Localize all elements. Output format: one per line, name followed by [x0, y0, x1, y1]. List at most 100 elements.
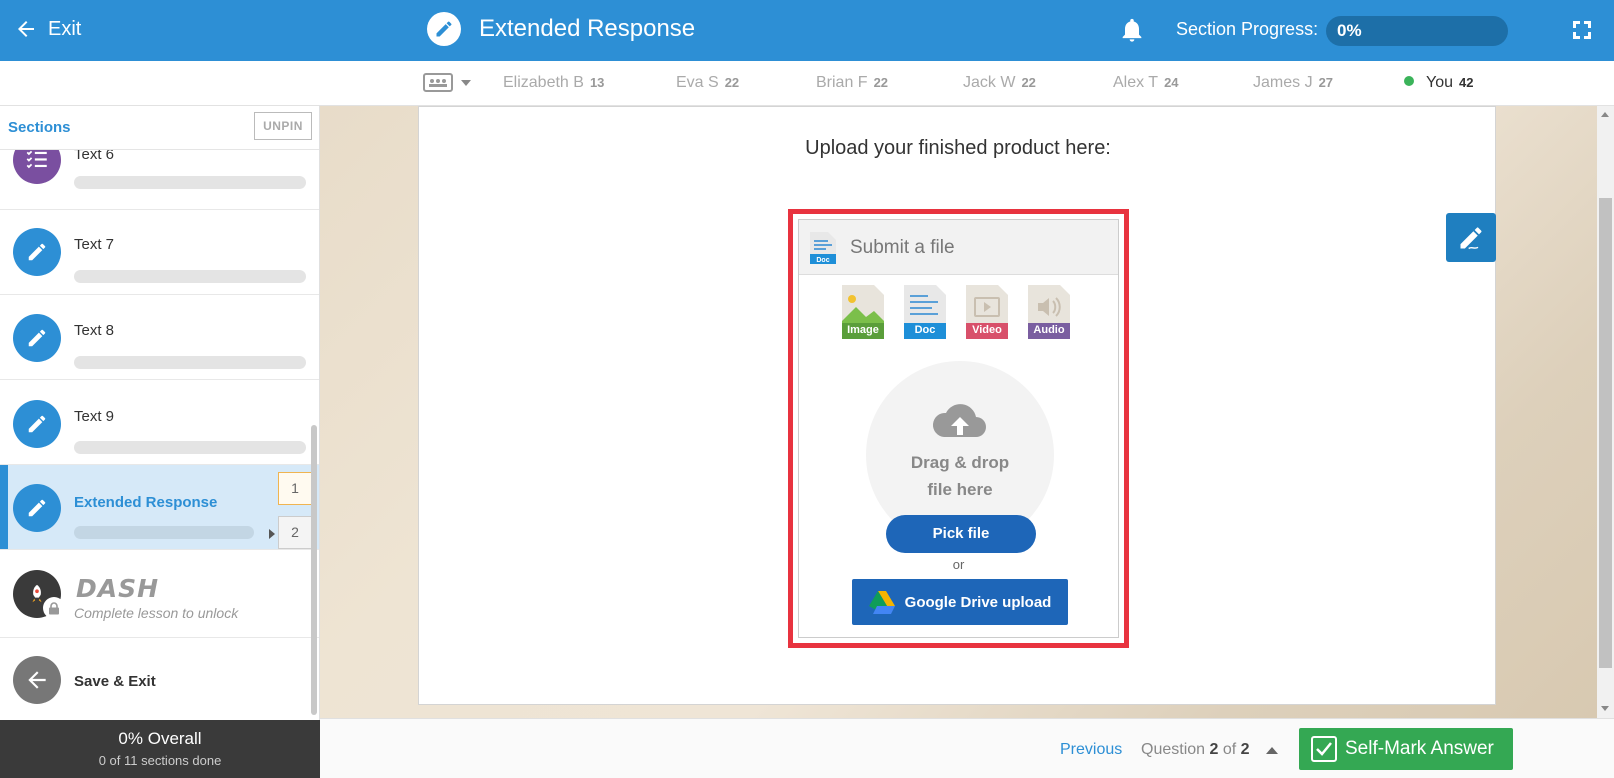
leaderboard-name: James J [1253, 74, 1313, 91]
active-indicator [0, 465, 8, 549]
sections-sidebar: Sections UNPIN Text 6 Text 7 Text 8 Text… [0, 106, 320, 720]
doc-filetype-icon: Doc [904, 285, 946, 339]
drop-zone-text: Drag & drop file here [866, 449, 1054, 503]
pencil-icon [13, 484, 61, 532]
checkbox-icon [1311, 736, 1337, 762]
content-card: Upload your finished product here: Doc S… [418, 106, 1496, 705]
leaderboard-entry: Elizabeth B 13 [503, 74, 604, 92]
lock-icon [43, 597, 65, 619]
pencil-icon [427, 12, 461, 46]
sidebar-item-label: Extended Response [74, 494, 218, 511]
annotate-button[interactable] [1446, 213, 1496, 262]
filetype-label: Audio [1033, 324, 1065, 336]
exit-label: Exit [48, 17, 82, 40]
section-progress-track [74, 441, 306, 454]
page-scrollbar[interactable] [1597, 106, 1614, 718]
scroll-down-icon[interactable] [1601, 706, 1609, 711]
chevron-up-icon[interactable] [1266, 747, 1278, 754]
section-progress-bar: 0% [1326, 16, 1508, 46]
question-number-button[interactable]: 1 [278, 472, 312, 505]
upload-widget-title: Submit a file [850, 237, 955, 258]
leaderboard-score: 22 [724, 75, 740, 90]
leaderboard-entry: Alex T 24 [1113, 74, 1179, 92]
sidebar-item-label: Text 7 [74, 236, 115, 253]
save-exit-button[interactable]: Save & Exit [0, 638, 319, 720]
unpin-button[interactable]: UNPIN [254, 112, 312, 140]
section-progress-label: Section Progress: [1176, 19, 1319, 39]
fullscreen-icon[interactable] [1570, 18, 1594, 42]
filetype-label: Doc [914, 324, 936, 336]
upload-widget-header: Doc Submit a file [799, 220, 1118, 275]
svg-text:Doc: Doc [816, 257, 829, 264]
or-separator: or [952, 557, 965, 572]
question-of: of [1222, 741, 1237, 758]
google-drive-icon [868, 590, 895, 614]
sidebar-item-dash: DASH Complete lesson to unlock [0, 550, 319, 638]
bell-icon[interactable] [1118, 15, 1146, 45]
leaderboard-name: Elizabeth B [503, 74, 584, 91]
leaderboard-name: Alex T [1113, 74, 1159, 91]
leaderboard-name: Eva S [676, 74, 719, 91]
arrow-left-icon [18, 21, 34, 37]
leaderboard-score: 22 [873, 75, 889, 90]
leaderboard-bar: Elizabeth B 13 Eva S 22 Brian F 22 Jack W 22… [0, 61, 1614, 106]
sidebar-item-text-8[interactable]: Text 8 [0, 295, 319, 380]
group-icon [423, 73, 453, 92]
sidebar-title: Sections [8, 119, 71, 136]
video-filetype-icon: Video [966, 285, 1008, 339]
question-total: 2 [1240, 741, 1250, 758]
sidebar-item-text-9[interactable]: Text 9 [0, 380, 319, 465]
overall-subtitle: 0 of 11 sections done [98, 753, 222, 768]
bottom-navigation: Previous Question 2 of 2 Self-Mark Answe… [320, 718, 1614, 778]
leaderboard-name: Jack W [963, 74, 1016, 91]
leaderboard-entry: James J 27 [1253, 74, 1333, 92]
leaderboard-score: 22 [1021, 75, 1036, 90]
sidebar-item-text-6[interactable]: Text 6 [0, 136, 319, 210]
chevron-down-icon [461, 79, 471, 86]
page-title: Extended Response [479, 15, 696, 42]
drop-text-line1: Drag & drop [910, 453, 1010, 472]
upload-heading: Upload your finished product here: [805, 137, 1111, 159]
doc-icon: Doc [810, 232, 836, 264]
upload-highlight-frame: Doc Submit a file Image Doc Video Audio [788, 209, 1129, 648]
drop-text-line2: file here [927, 480, 993, 499]
arrow-left-icon [13, 656, 61, 704]
question-counter[interactable]: Question 2 of 2 [1141, 741, 1250, 759]
audio-filetype-icon: Audio [1028, 285, 1070, 339]
section-progress-track [74, 356, 306, 369]
previous-link[interactable]: Previous [1060, 741, 1122, 759]
pencil-icon [13, 314, 61, 362]
overall-progress: 0% Overall 0 of 11 sections done [0, 720, 320, 778]
caret-right-icon [269, 529, 275, 539]
dash-subtitle: Complete lesson to unlock [74, 605, 239, 621]
page-title-group: Extended Response [427, 12, 695, 46]
scrollbar-thumb[interactable] [1599, 198, 1612, 668]
pencil-icon [13, 400, 61, 448]
sidebar-item-text-7[interactable]: Text 7 [0, 210, 319, 295]
pencil-icon [13, 228, 61, 276]
leaderboard-score: 27 [1318, 75, 1334, 90]
leaderboard-score: 42 [1459, 75, 1474, 90]
google-drive-upload-button[interactable]: Google Drive upload [852, 579, 1068, 625]
online-status-dot [1404, 76, 1414, 86]
leaderboard-score: 24 [1164, 75, 1179, 90]
self-mark-answer-button[interactable]: Self-Mark Answer [1299, 728, 1513, 770]
sidebar-header: Sections UNPIN [0, 106, 319, 150]
leaderboard-entry: Jack W 22 [963, 74, 1036, 92]
sidebar-scrollbar[interactable] [311, 425, 317, 715]
save-exit-label: Save & Exit [74, 673, 156, 690]
exit-button[interactable]: Exit [14, 17, 81, 41]
pick-file-button[interactable]: Pick file [886, 515, 1036, 553]
leaderboard-name: You [1426, 74, 1453, 91]
question-number-button[interactable]: 2 [278, 516, 312, 549]
question-prefix: Question [1141, 741, 1206, 758]
leaderboard-entry: Brian F 22 [816, 74, 888, 92]
google-drive-label: Google Drive upload [904, 593, 1052, 611]
scroll-up-icon[interactable] [1601, 112, 1609, 117]
sidebar-item-label: Text 9 [74, 408, 115, 425]
leaderboard-entry: Eva S 22 [676, 74, 739, 92]
section-progress-track [74, 176, 306, 189]
leaderboard-entry-you: You 42 [1404, 74, 1473, 92]
filetype-label: Image [847, 324, 879, 336]
leaderboard-toggle[interactable] [423, 73, 471, 92]
